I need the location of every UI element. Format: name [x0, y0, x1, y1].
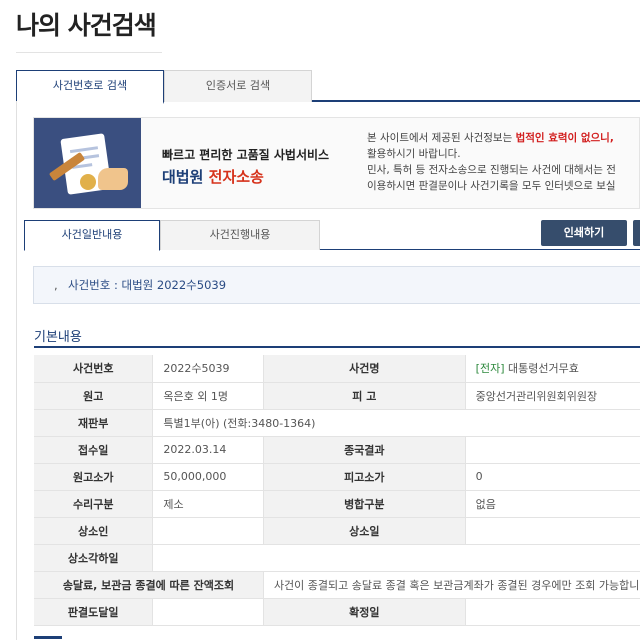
balance-inquiry-label: 송달료, 보관금 종결에 따른 잔액조회: [34, 571, 264, 599]
table-row: 수리구분 제소 병합구분 없음: [34, 490, 640, 518]
case-number-label: 사건번호: [34, 355, 154, 383]
defendant-value: 중앙선거관리위원회위원장: [465, 382, 640, 410]
page-title: 나의 사건검색: [16, 11, 157, 40]
plaintiff-amount-label: 원고소가: [34, 463, 154, 491]
filed-date-value: 2022.03.14: [152, 436, 264, 464]
accept-type-value: 제소: [152, 490, 264, 518]
court-document-illustration-icon: [34, 118, 141, 208]
plaintiff-amount-value: 50,000,000: [152, 463, 264, 491]
tab-case-progress[interactable]: 사건진행내용: [160, 220, 320, 250]
e-litigation-banner[interactable]: 빠르고 편리한 고품질 사법서비스 대법원 전자소송 본 사이트에서 제공된 사…: [33, 117, 640, 209]
defendant-amount-label: 피고소가: [263, 463, 466, 491]
defendant-label: 피 고: [263, 382, 466, 410]
final-result-value: [465, 436, 640, 464]
more-button[interactable]: [633, 220, 640, 246]
court-label: 재판부: [34, 409, 154, 437]
tab-search-by-certificate[interactable]: 인증서로 검색: [164, 70, 312, 102]
table-row: 상소인 상소일: [34, 517, 640, 545]
case-bullet: ,: [54, 278, 58, 292]
table-row: 송달료, 보관금 종결에 따른 잔액조회 사건이 종결되고 송달료 종결 혹은 …: [34, 571, 640, 599]
plaintiff-value: 옥은호 외 1명: [152, 382, 264, 410]
appeal-reject-value: [152, 544, 640, 572]
appeal-date-label: 상소일: [263, 517, 466, 545]
accept-type-label: 수리구분: [34, 490, 154, 518]
balance-inquiry-value: 사건이 종결되고 송달료 종결 혹은 보관금계좌가 종결된 경우에만 조회 가능…: [263, 571, 640, 599]
appellant-value: [152, 517, 264, 545]
plaintiff-label: 원고: [34, 382, 154, 410]
search-tabs: 사건번호로 검색 인증서로 검색: [16, 70, 640, 104]
delivery-date-label: 판결도달일: [34, 598, 154, 626]
section-divider: [34, 346, 640, 348]
tab-case-general[interactable]: 사건일반내용: [24, 220, 160, 251]
banner-notice: 본 사이트에서 제공된 사건정보는 법적인 효력이 없으니, 활용하시기 바랍니…: [367, 132, 616, 192]
case-number-text: 사건번호 : 대법원 2022수5039: [68, 278, 227, 292]
title-divider: [16, 52, 162, 53]
section-title: 기본내용: [34, 330, 82, 345]
final-date-label: 확정일: [263, 598, 466, 626]
table-row: 원고 옥은호 외 1명 피 고 중앙선거관리위원회위원장: [34, 382, 640, 410]
final-date-value: [465, 598, 640, 626]
banner-brand: 대법원 전자소송: [162, 168, 264, 186]
case-number-value: 2022수5039: [152, 355, 264, 383]
tab-search-by-case-number[interactable]: 사건번호로 검색: [16, 70, 164, 104]
merge-type-value: 없음: [465, 490, 640, 518]
banner-tagline: 빠르고 편리한 고품질 사법서비스: [162, 148, 330, 162]
next-section-marker: [34, 636, 62, 639]
appeal-date-value: [465, 517, 640, 545]
table-row: 원고소가 50,000,000 피고소가 0: [34, 463, 640, 491]
print-button[interactable]: 인쇄하기: [541, 220, 627, 246]
table-row: 판결도달일 확정일: [34, 598, 640, 626]
final-result-label: 종국결과: [263, 436, 466, 464]
appeal-reject-label: 상소각하일: [34, 544, 154, 572]
appellant-label: 상소인: [34, 517, 154, 545]
table-row: 상소각하일: [34, 544, 640, 572]
merge-type-label: 병합구분: [263, 490, 466, 518]
filed-date-label: 접수일: [34, 436, 154, 464]
banner-slogan: 빠르고 편리한 고품질 사법서비스 대법원 전자소송: [162, 146, 362, 187]
case-info-table: 사건번호 2022수5039 사건명 [전자] 대통령선거무효 원고 옥은호 외…: [34, 355, 640, 626]
case-number-box: , 사건번호 : 대법원 2022수5039: [33, 266, 640, 304]
table-row: 사건번호 2022수5039 사건명 [전자] 대통령선거무효: [34, 355, 640, 383]
case-name-value: [전자] 대통령선거무효: [465, 355, 640, 383]
delivery-date-value: [152, 598, 264, 626]
table-row: 재판부 특별1부(아) (전화:3480-1364): [34, 409, 640, 437]
court-value: 특별1부(아) (전화:3480-1364): [152, 409, 640, 437]
case-name-label: 사건명: [263, 355, 466, 383]
table-row: 접수일 2022.03.14 종국결과: [34, 436, 640, 464]
defendant-amount-value: 0: [465, 463, 640, 491]
